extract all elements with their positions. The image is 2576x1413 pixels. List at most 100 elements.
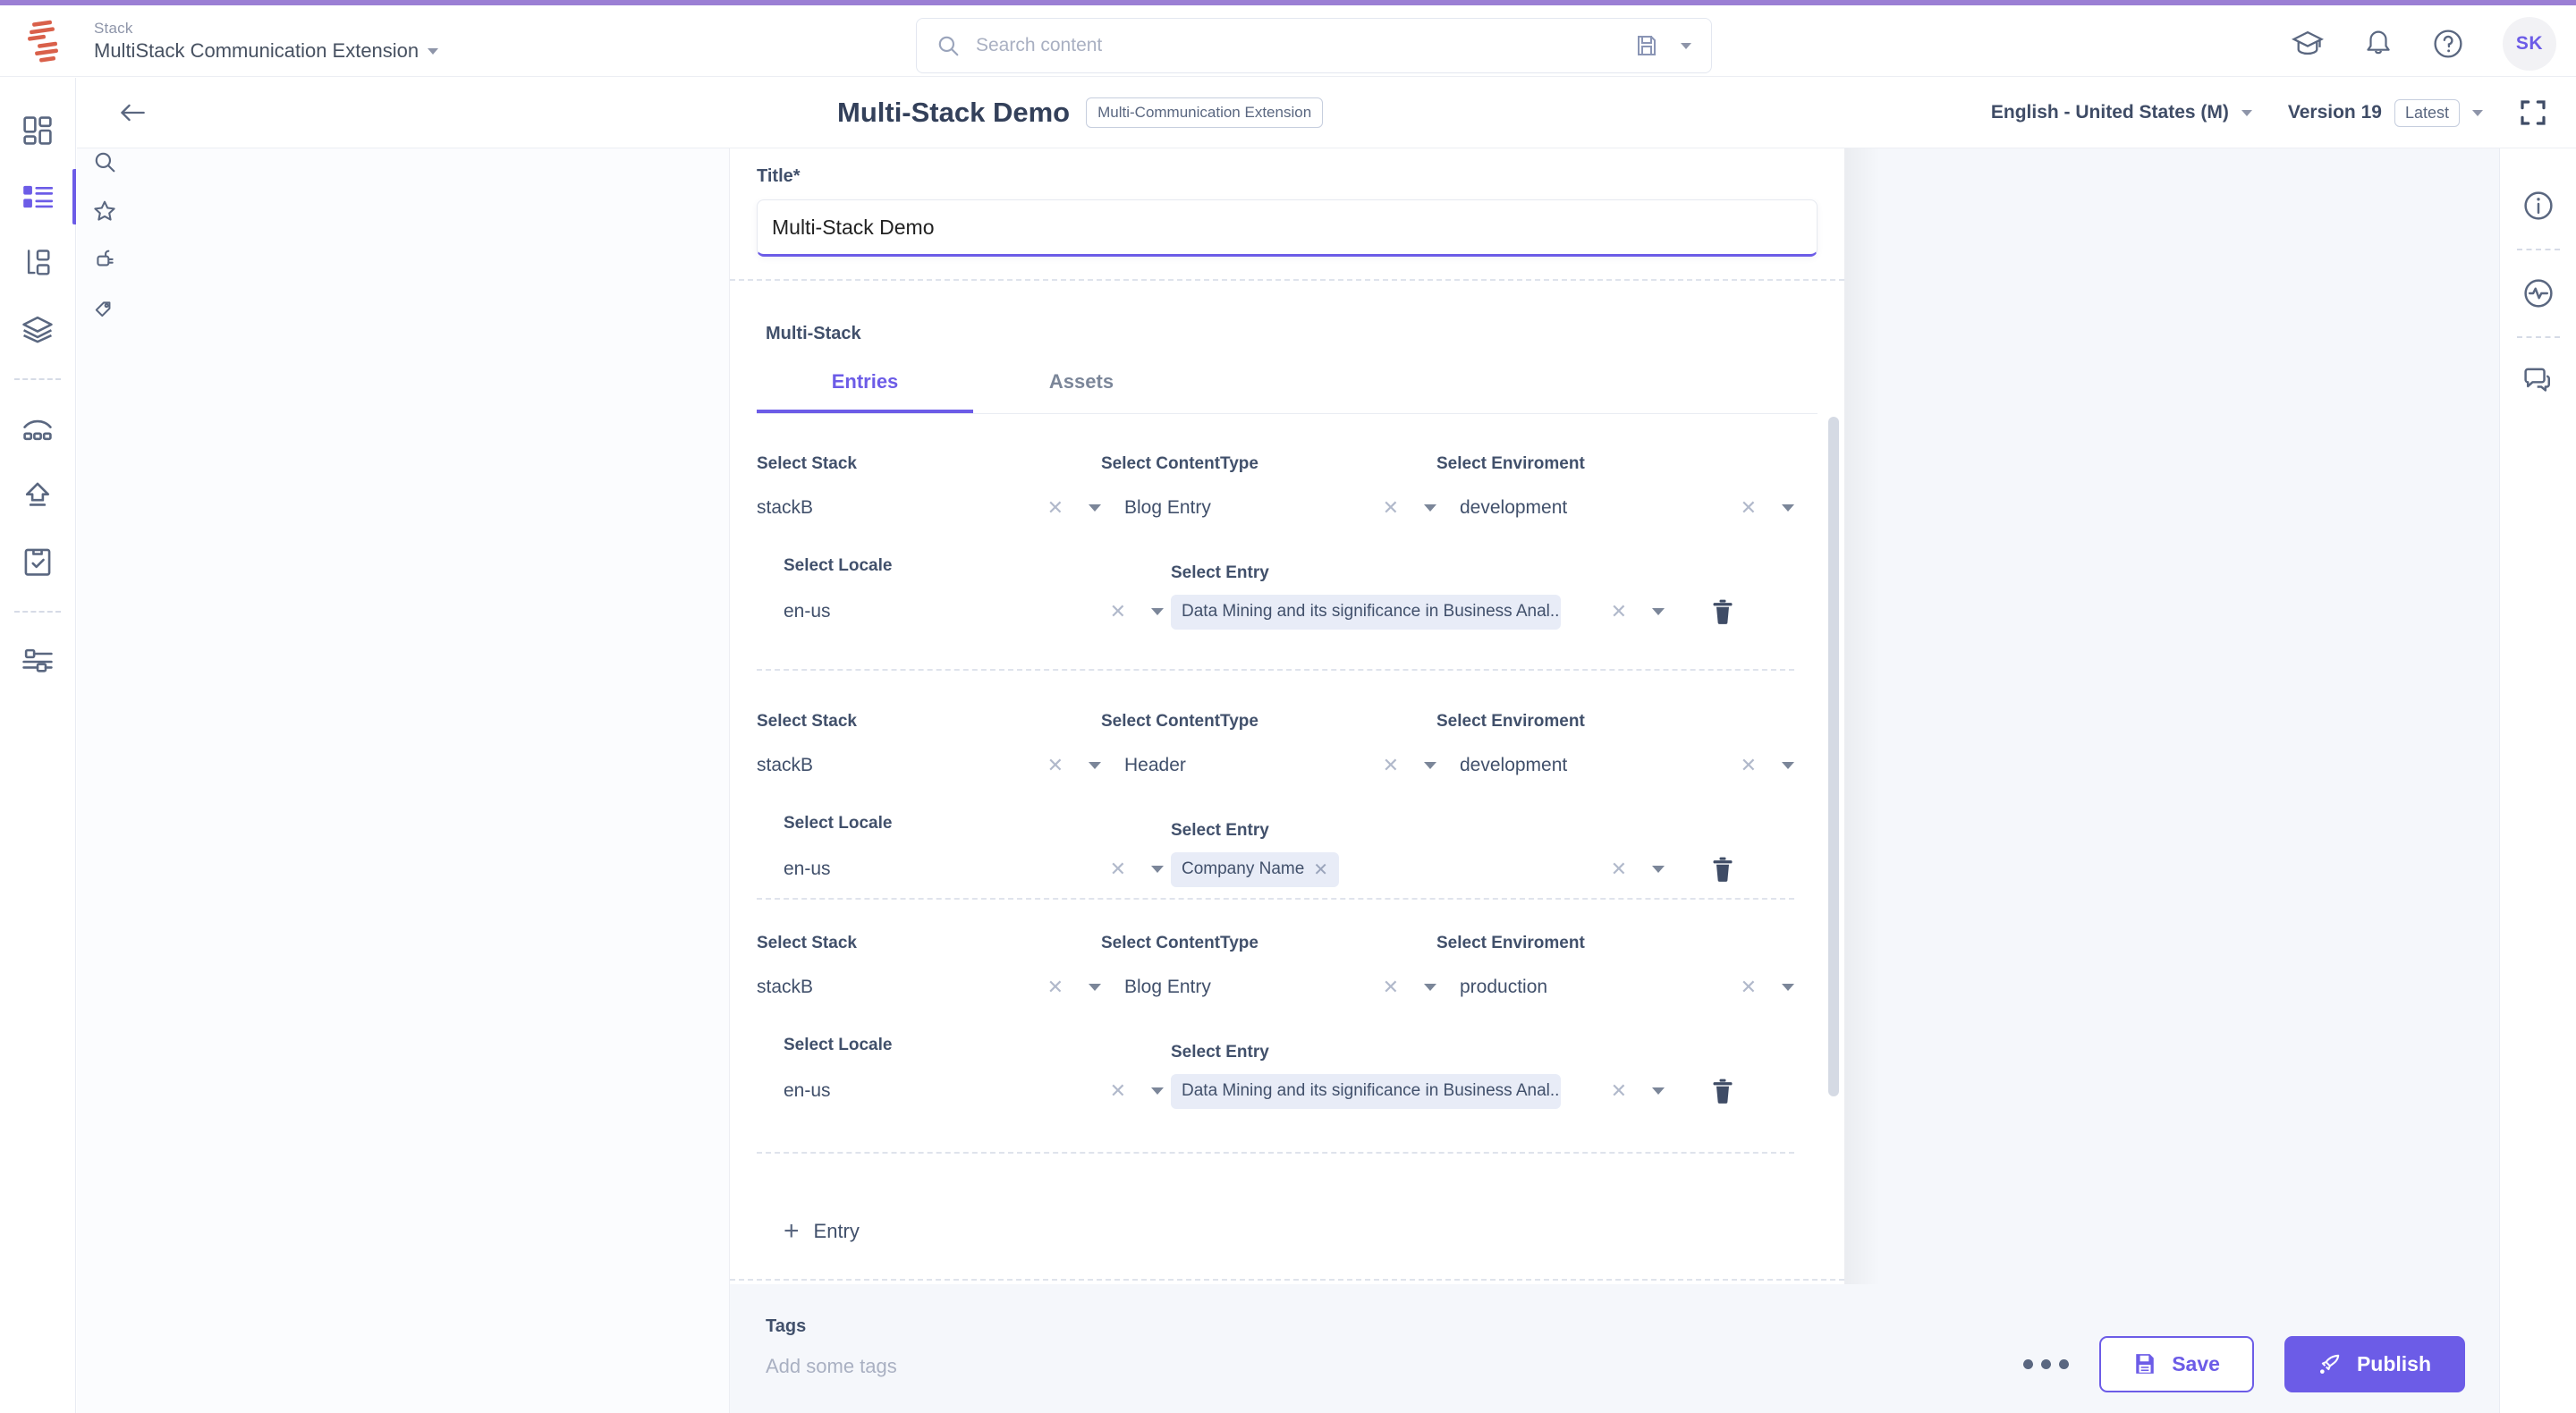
- clear-locale-icon[interactable]: ✕: [1110, 1081, 1126, 1101]
- more-options-button[interactable]: [2023, 1359, 2069, 1369]
- chevron-down-icon[interactable]: [428, 48, 438, 55]
- status-badge: Latest: [2394, 99, 2460, 127]
- save-view-icon[interactable]: [1636, 34, 1657, 57]
- clear-stack-icon[interactable]: ✕: [1047, 756, 1063, 775]
- tab-entries[interactable]: Entries: [757, 358, 973, 413]
- chevron-down-icon[interactable]: [1089, 762, 1101, 769]
- sidebar-item-content-models[interactable]: [0, 230, 76, 296]
- clear-stack-icon[interactable]: ✕: [1047, 977, 1063, 997]
- sidebar-item-releases[interactable]: [0, 462, 76, 529]
- sidebar-item-settings[interactable]: [0, 629, 76, 695]
- chevron-down-icon[interactable]: [1782, 762, 1794, 769]
- chevron-down-icon[interactable]: [2241, 110, 2252, 116]
- chevron-down-icon[interactable]: [2472, 110, 2483, 116]
- chevron-down-icon[interactable]: [1782, 984, 1794, 991]
- chevron-down-icon[interactable]: [1151, 866, 1164, 873]
- tags-input[interactable]: Add some tags: [766, 1355, 1826, 1378]
- add-entry-label: Entry: [814, 1220, 860, 1243]
- contenttype-select[interactable]: Header ✕: [1101, 755, 1436, 776]
- avatar[interactable]: SK: [2503, 17, 2556, 71]
- clear-contenttype-icon[interactable]: ✕: [1383, 756, 1399, 775]
- locale-select[interactable]: en-us ✕: [757, 1080, 1164, 1102]
- bell-icon[interactable]: [2363, 29, 2394, 59]
- search-input[interactable]: [976, 35, 1636, 56]
- stack-select[interactable]: stackB ✕: [757, 755, 1101, 776]
- clear-environment-icon[interactable]: ✕: [1741, 977, 1757, 997]
- environment-select[interactable]: development ✕: [1436, 497, 1794, 519]
- clear-contenttype-icon[interactable]: ✕: [1383, 498, 1399, 518]
- chevron-down-icon[interactable]: [1782, 504, 1794, 512]
- panel-favorites-button[interactable]: [77, 186, 132, 235]
- content-type-badge[interactable]: Multi-Communication Extension: [1086, 97, 1323, 128]
- clear-entry-icon[interactable]: ✕: [1611, 859, 1627, 879]
- clear-stack-icon[interactable]: ✕: [1047, 498, 1063, 518]
- version-selector[interactable]: Version 19 Latest: [2288, 99, 2483, 127]
- remove-entry-icon[interactable]: ✕: [1313, 859, 1328, 881]
- sidebar-item-live-preview[interactable]: [0, 396, 76, 462]
- clear-entry-icon[interactable]: ✕: [1611, 1081, 1627, 1101]
- contenttype-select[interactable]: Blog Entry ✕: [1101, 977, 1436, 998]
- delete-block-button[interactable]: [1665, 857, 1781, 882]
- chevron-down-icon[interactable]: [1652, 608, 1665, 615]
- clear-environment-icon[interactable]: ✕: [1741, 756, 1757, 775]
- search-filter-chevron-down-icon[interactable]: [1681, 43, 1691, 49]
- sidebar-item-dashboard[interactable]: [0, 97, 76, 164]
- entry-info-button[interactable]: [2500, 173, 2576, 238]
- delete-block-button[interactable]: [1665, 599, 1781, 624]
- help-icon[interactable]: [2433, 29, 2463, 59]
- entry-select[interactable]: Company Name ✕ ✕: [1164, 852, 1665, 887]
- environment-select[interactable]: development ✕: [1436, 755, 1794, 776]
- contenttype-select[interactable]: Blog Entry ✕: [1101, 497, 1436, 519]
- clear-locale-icon[interactable]: ✕: [1110, 602, 1126, 622]
- sidebar-item-entries[interactable]: [0, 164, 76, 230]
- chevron-down-icon[interactable]: [1151, 608, 1164, 615]
- save-button[interactable]: Save: [2099, 1336, 2254, 1392]
- chevron-down-icon[interactable]: [1151, 1087, 1164, 1095]
- stack-name[interactable]: MultiStack Communication Extension: [94, 39, 438, 63]
- entry-activity-button[interactable]: [2500, 261, 2576, 326]
- chevron-down-icon[interactable]: [1424, 504, 1436, 512]
- title-input-wrapper[interactable]: [757, 199, 1818, 257]
- entry-select[interactable]: Data Mining and its significance in Busi…: [1164, 1074, 1665, 1109]
- panel-tags-button[interactable]: [77, 284, 132, 334]
- tab-assets[interactable]: Assets: [973, 358, 1190, 413]
- sidebar-item-tasks[interactable]: [0, 529, 76, 595]
- stack-select[interactable]: stackB ✕: [757, 977, 1101, 998]
- entry-comments-button[interactable]: [2500, 349, 2576, 413]
- label-select-environment: Select Enviroment: [1436, 454, 1585, 474]
- entry-pill[interactable]: Company Name ✕: [1171, 852, 1339, 887]
- clear-contenttype-icon[interactable]: ✕: [1383, 977, 1399, 997]
- entries-icon: [22, 184, 53, 209]
- delete-block-button[interactable]: [1665, 1079, 1781, 1104]
- chevron-down-icon[interactable]: [1089, 504, 1101, 512]
- clear-entry-icon[interactable]: ✕: [1611, 602, 1627, 622]
- publish-button[interactable]: Publish: [2284, 1336, 2465, 1392]
- chevron-down-icon[interactable]: [1652, 1087, 1665, 1095]
- locale-select[interactable]: en-us ✕: [757, 859, 1164, 880]
- entry-select[interactable]: Data Mining and its significance in Busi…: [1164, 595, 1665, 630]
- environment-select[interactable]: production ✕: [1436, 977, 1794, 998]
- locale-select[interactable]: en-us ✕: [757, 601, 1164, 622]
- chevron-down-icon[interactable]: [1652, 866, 1665, 873]
- chevron-down-icon[interactable]: [1089, 984, 1101, 991]
- entry-pill[interactable]: Data Mining and its significance in Busi…: [1171, 595, 1561, 630]
- locale-selector[interactable]: English - United States (M): [1991, 102, 2252, 123]
- sidebar-item-stacks[interactable]: [0, 296, 76, 362]
- entry-pill[interactable]: Data Mining and its significance in Busi…: [1171, 1074, 1561, 1109]
- back-button[interactable]: [113, 93, 152, 132]
- clear-locale-icon[interactable]: ✕: [1110, 859, 1126, 879]
- academy-icon[interactable]: [2292, 28, 2324, 60]
- add-entry-button[interactable]: + Entry: [784, 1218, 860, 1245]
- panel-extensions-button[interactable]: [77, 235, 132, 284]
- chevron-down-icon[interactable]: [1424, 762, 1436, 769]
- global-search[interactable]: [916, 18, 1712, 73]
- entries-scrollbar-thumb[interactable]: [1828, 417, 1839, 1096]
- chevron-down-icon[interactable]: [1424, 984, 1436, 991]
- stack-switcher[interactable]: Stack MultiStack Communication Extension: [94, 20, 438, 63]
- stack-select[interactable]: stackB ✕: [757, 497, 1101, 519]
- fullscreen-icon[interactable]: [2519, 98, 2547, 127]
- clear-environment-icon[interactable]: ✕: [1741, 498, 1757, 518]
- title-input[interactable]: [772, 216, 1802, 240]
- entries-scrollbar-track[interactable]: [1828, 417, 1839, 1184]
- contentstack-logo-icon[interactable]: [20, 18, 66, 66]
